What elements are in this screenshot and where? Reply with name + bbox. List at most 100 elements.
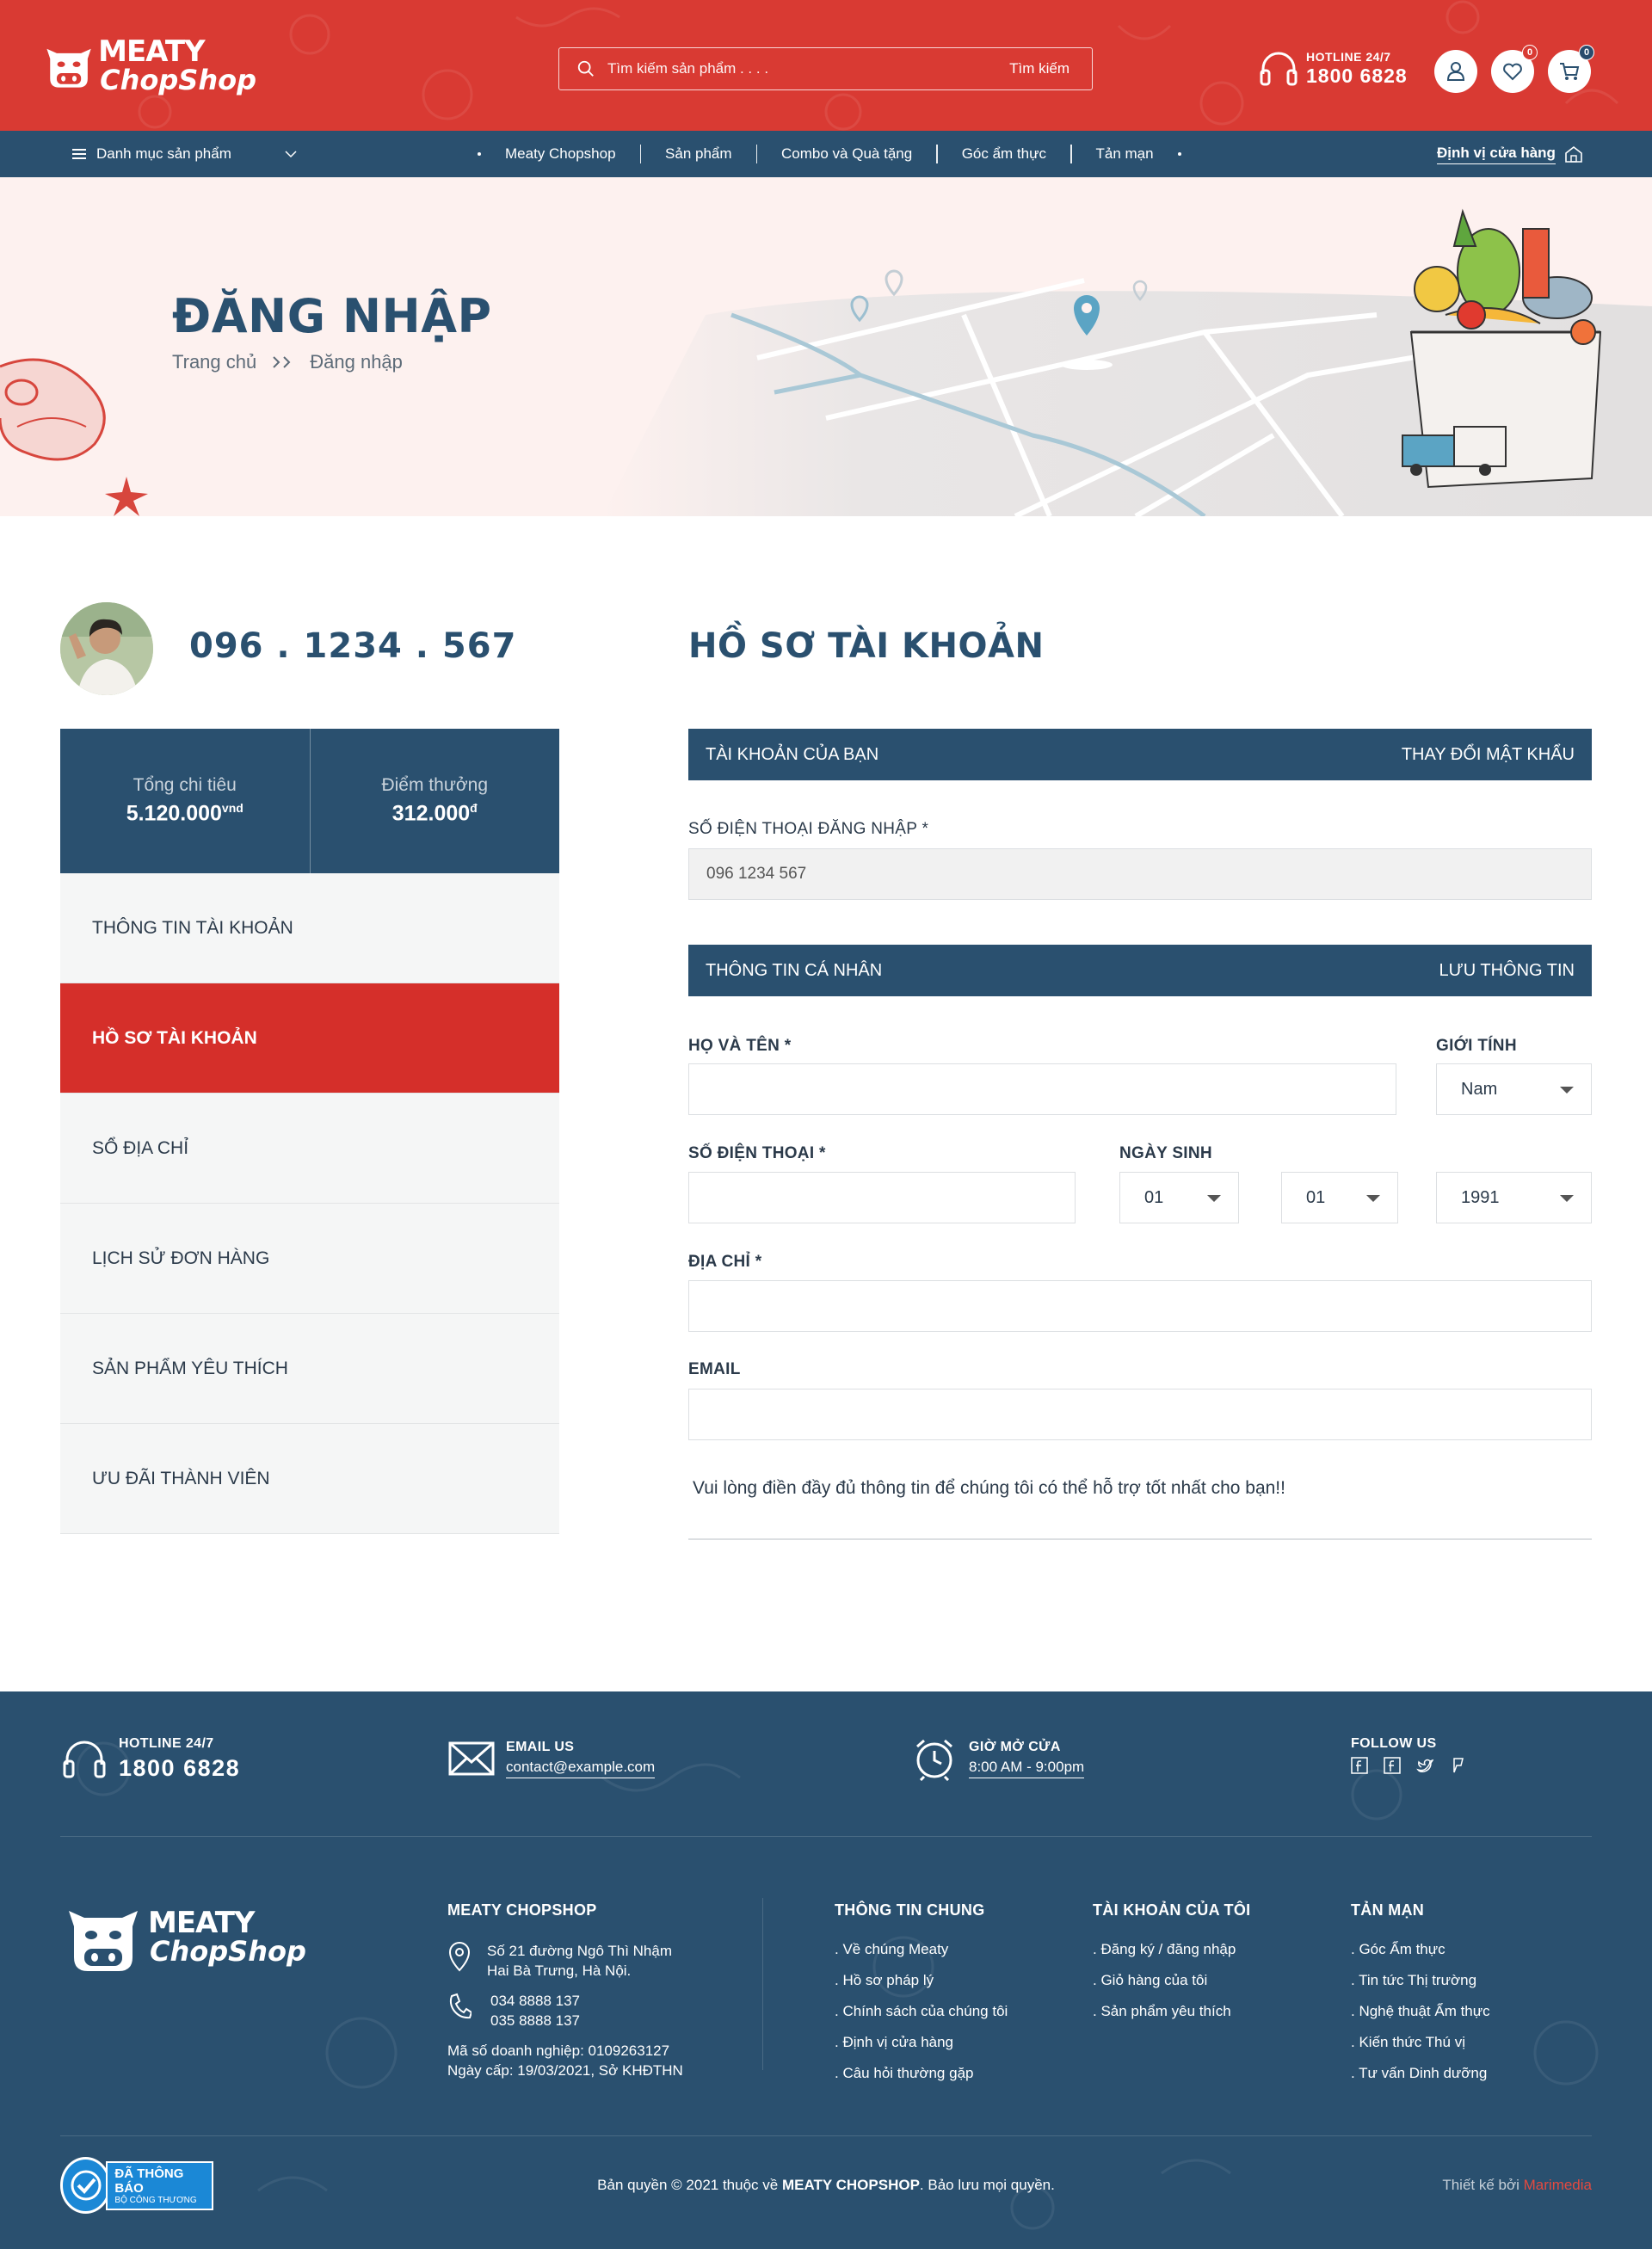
foursquare-icon[interactable]	[1449, 1757, 1466, 1774]
email-field[interactable]	[688, 1389, 1592, 1440]
search-button[interactable]: Tìm kiếm	[1009, 60, 1069, 77]
footer-social: FOLLOW US	[1351, 1736, 1466, 1774]
footer-follow-label: FOLLOW US	[1351, 1736, 1437, 1751]
hotline-label: HOTLINE 24/7	[1306, 50, 1391, 64]
footer-link-nutrition[interactable]: Tư vấn Dinh dưỡng	[1351, 2065, 1490, 2096]
footer-col1-title: THÔNG TIN CHUNG	[835, 1901, 985, 1919]
login-phone-field[interactable]	[688, 848, 1592, 900]
account-menu-address-book[interactable]: SỔ ĐỊA CHỈ	[60, 1094, 559, 1204]
nav-item-combo-gifts[interactable]: Combo và Quà tặng	[757, 145, 936, 163]
caret-down-icon	[1207, 1195, 1221, 1202]
footer-phone1[interactable]: 034 8888 137	[490, 1991, 580, 2011]
nav-separator	[936, 145, 938, 163]
personal-section-bar: THÔNG TIN CÁ NHÂN LƯU THÔNG TIN	[688, 945, 1592, 996]
footer-vertical-divider	[762, 1898, 763, 2070]
account-menu-account-info[interactable]: THÔNG TIN TÀI KHOẢN	[60, 873, 559, 983]
fullname-label: HỌ VÀ TÊN *	[688, 1037, 792, 1055]
nav-item-products[interactable]: Sản phẩm	[641, 145, 756, 163]
footer-link-my-cart[interactable]: Giỏ hàng của tôi	[1093, 1972, 1236, 2003]
footer-link-culinary[interactable]: Góc Ẩm thực	[1351, 1941, 1490, 1972]
footer-link-register-login[interactable]: Đăng ký / đăng nhập	[1093, 1941, 1236, 1972]
dob-day-select[interactable]: 01	[1119, 1172, 1239, 1223]
dob-month-select[interactable]: 01	[1281, 1172, 1398, 1223]
account-button[interactable]	[1434, 50, 1477, 93]
email-label: EMAIL	[688, 1360, 741, 1378]
nav-item-culinary-corner[interactable]: Góc ẩm thực	[938, 145, 1070, 163]
main-nav: Danh mục sản phẩm Meaty Chopshop Sản phẩ…	[0, 131, 1652, 177]
account-menu-profile[interactable]: HỒ SƠ TÀI KHOẢN	[60, 983, 559, 1094]
reward-points-value: 312.000	[391, 801, 471, 826]
account-menu-favorites[interactable]: SẢN PHẨM YÊU THÍCH	[60, 1314, 559, 1424]
facebook-page-icon[interactable]	[1384, 1757, 1401, 1774]
reward-points-unit: đ	[470, 801, 478, 816]
footer-link-fun-facts[interactable]: Kiến thức Thú vị	[1351, 2034, 1490, 2065]
footer-logo[interactable]: MEATY ChopShop	[60, 1889, 310, 1984]
logo-line1: MEATY	[98, 34, 206, 69]
gender-label: GIỚI TÍNH	[1436, 1037, 1517, 1055]
footer-link-faq[interactable]: Câu hỏi thường gặp	[835, 2065, 1008, 2096]
designer-credit: Thiết kế bởi Marimedia	[1442, 2177, 1592, 2194]
menu-icon	[72, 149, 86, 159]
footer-col3-title: TẢN MẠN	[1351, 1901, 1425, 1919]
site-header: MEATY ChopShop Tìm kiếm HOTLINE 24/7 180…	[0, 0, 1652, 131]
nav-dot	[1177, 152, 1181, 156]
footer-hotline-label: HOTLINE 24/7	[119, 1736, 214, 1751]
nav-item-musings[interactable]: Tản mạn	[1072, 145, 1178, 163]
footer-link-culinary-art[interactable]: Nghệ thuật Ẩm thực	[1351, 2003, 1489, 2034]
copyright-suffix: . Bảo lưu mọi quyền.	[919, 2177, 1055, 2193]
total-spending: Tổng chi tiêu 5.120.000vnd	[60, 729, 310, 873]
caret-down-icon	[1560, 1195, 1574, 1202]
account-menu-member-offers[interactable]: ƯU ĐÃI THÀNH VIÊN	[60, 1424, 559, 1534]
wishlist-button[interactable]: 0	[1491, 45, 1538, 93]
footer-divider	[60, 1836, 1592, 1837]
footer-hotline[interactable]: HOTLINE 24/7 1800 6828	[60, 1736, 240, 1782]
facebook-icon[interactable]	[1351, 1757, 1368, 1774]
twitter-icon[interactable]	[1416, 1757, 1433, 1774]
footer-link-legal[interactable]: Hồ sơ pháp lý	[835, 1972, 1008, 2003]
footer-email-value[interactable]: contact@example.com	[506, 1759, 656, 1778]
footer-phone2[interactable]: 035 8888 137	[490, 2011, 580, 2030]
footer-link-store-locator[interactable]: Định vị cửa hàng	[835, 2034, 1008, 2065]
account-menu-order-history[interactable]: LỊCH SỬ ĐƠN HÀNG	[60, 1204, 559, 1314]
designer-brand[interactable]: Marimedia	[1524, 2177, 1592, 2193]
phone-field[interactable]	[688, 1172, 1076, 1223]
fullname-field[interactable]	[688, 1063, 1396, 1115]
profile-phone: 096 . 1234 . 567	[189, 626, 517, 666]
search-input[interactable]	[607, 60, 1010, 77]
total-spending-label: Tổng chi tiêu	[133, 775, 237, 796]
gender-select[interactable]: Nam	[1436, 1063, 1592, 1115]
chevron-down-icon[interactable]	[284, 148, 298, 160]
footer-address-line2: Hai Bà Trưng, Hà Nội.	[487, 1962, 632, 1979]
footer-email[interactable]: EMAIL US contact@example.com	[447, 1736, 656, 1781]
avatar[interactable]	[60, 602, 153, 695]
site-logo[interactable]: MEATY ChopShop	[41, 22, 256, 108]
cart-button[interactable]: 0	[1548, 45, 1594, 93]
envelope-icon	[448, 1741, 495, 1776]
logo-line2: ChopShop	[100, 64, 256, 96]
footer-address-block: Số 21 đường Ngô Thì Nhậm Hai Bà Trưng, H…	[447, 1941, 683, 2080]
user-icon	[1446, 62, 1465, 81]
change-password-link[interactable]: THAY ĐỔI MẬT KHẨU	[1402, 745, 1575, 765]
dob-year-value: 1991	[1461, 1187, 1500, 1207]
address-field[interactable]	[688, 1280, 1592, 1332]
account-menu: THÔNG TIN TÀI KHOẢN HỒ SƠ TÀI KHOẢN SỔ Đ…	[60, 873, 559, 1534]
store-locator-link[interactable]: Định vị cửa hàng	[1437, 131, 1583, 177]
breadcrumb-home[interactable]: Trang chủ	[172, 351, 256, 373]
nav-item-meaty-chopshop[interactable]: Meaty Chopshop	[481, 145, 640, 163]
personal-section-title: THÔNG TIN CÁ NHÂN	[706, 960, 883, 980]
footer-link-favorites[interactable]: Sản phẩm yêu thích	[1093, 2003, 1236, 2034]
social-links	[1351, 1757, 1466, 1774]
save-info-button[interactable]: LƯU THÔNG TIN	[1439, 961, 1575, 981]
footer-hours-value: 8:00 AM - 9:00pm	[969, 1759, 1085, 1778]
footer-hotline-number: 1800 6828	[119, 1755, 241, 1781]
dob-year-select[interactable]: 1991	[1436, 1172, 1592, 1223]
footer-link-about[interactable]: Về chúng Meaty	[835, 1941, 1008, 1972]
category-menu-toggle[interactable]: Danh mục sản phẩm	[72, 131, 231, 177]
form-note: Vui lòng điền đầy đủ thông tin để chúng …	[693, 1478, 1285, 1498]
footer-link-policy[interactable]: Chính sách của chúng tôi	[835, 2003, 1008, 2034]
header-hotline[interactable]: HOTLINE 24/7 1800 6828	[1258, 50, 1408, 88]
cow-logo-icon	[69, 1911, 138, 1971]
footer-business-number: Mã số doanh nghiệp: 0109263127	[447, 2043, 670, 2059]
nav-separator	[1070, 145, 1072, 163]
footer-link-market-news[interactable]: Tin tức Thị trường	[1351, 1972, 1490, 2003]
